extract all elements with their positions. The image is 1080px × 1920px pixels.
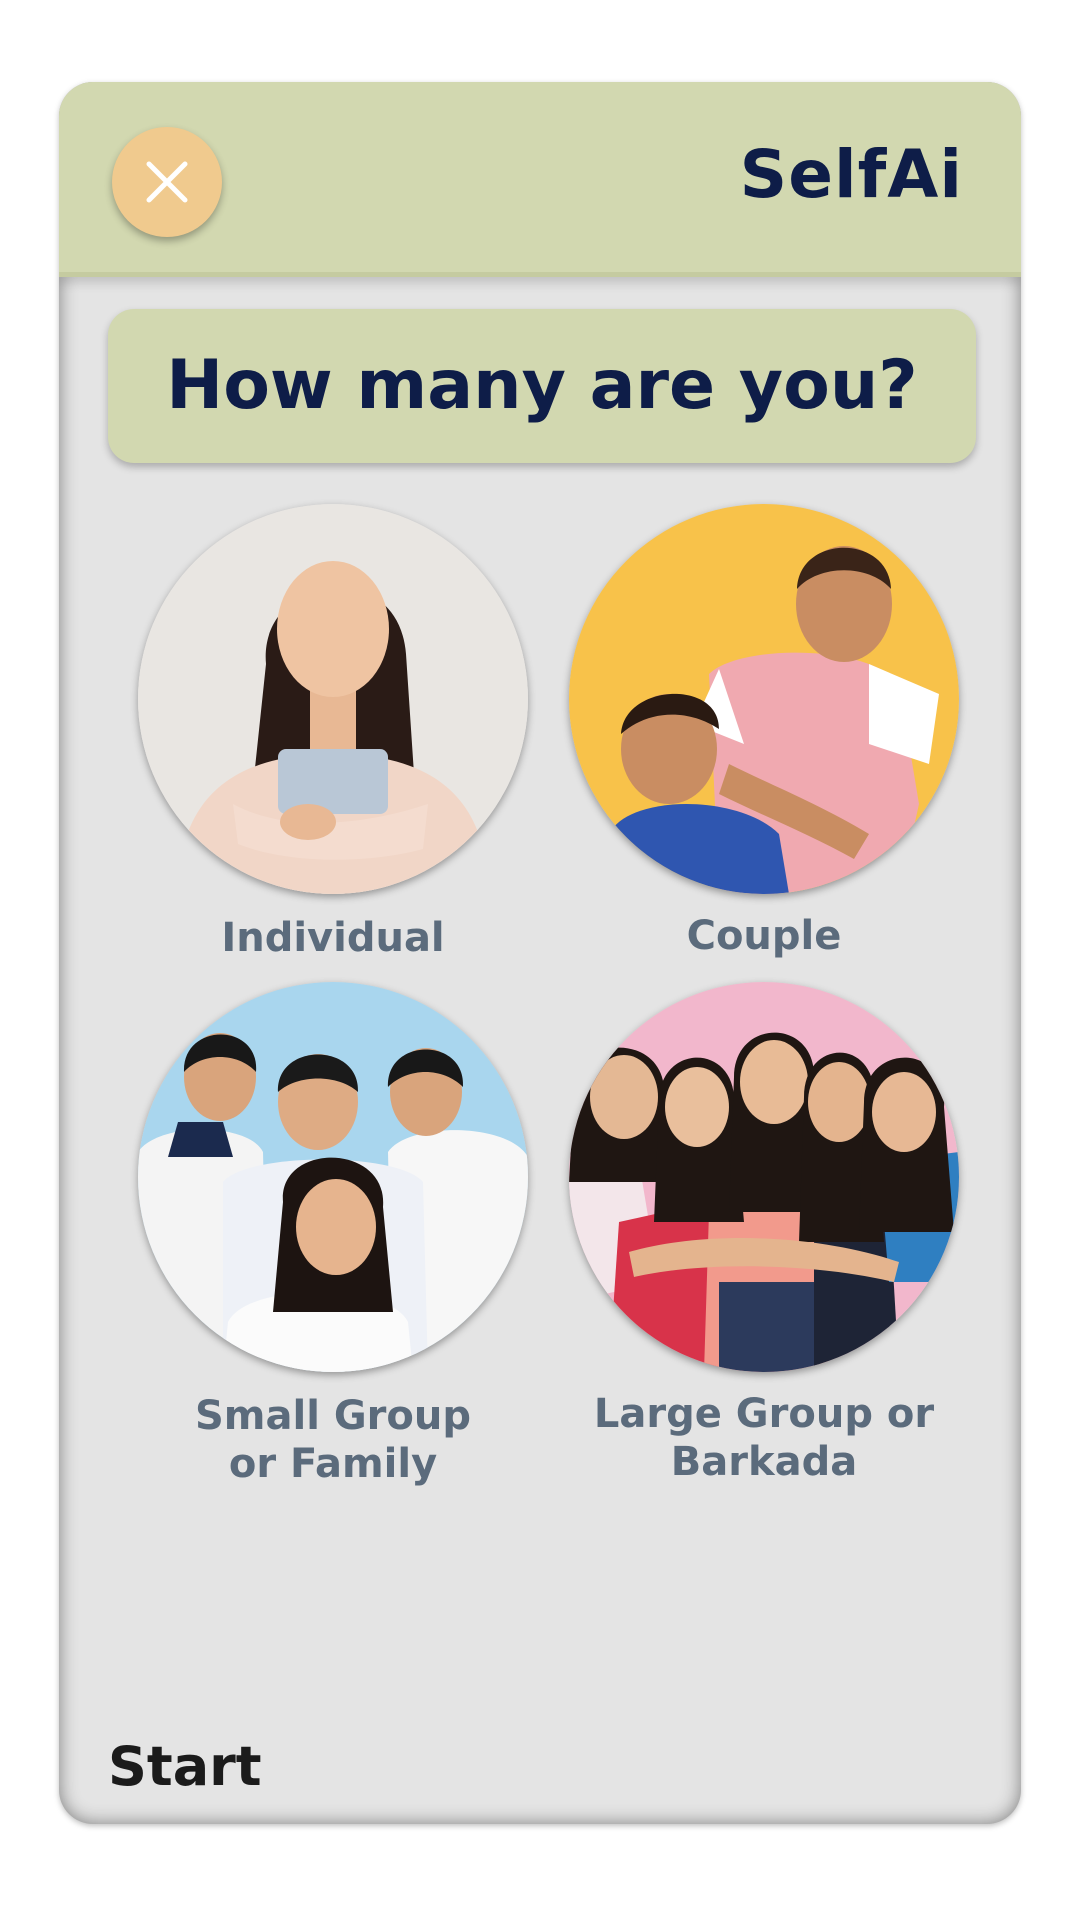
header-bar: SelfAi <box>59 82 1021 277</box>
option-individual[interactable]: Individual <box>133 504 533 984</box>
option-large-group[interactable]: Large Group or Barkada <box>564 982 964 1502</box>
small-group-photo[interactable] <box>138 982 528 1372</box>
option-couple[interactable]: Couple <box>564 504 964 984</box>
app-title: SelfAi <box>739 136 963 213</box>
option-label-individual: Individual <box>103 914 563 962</box>
question-banner: How many are you? <box>108 309 976 463</box>
close-button[interactable] <box>112 127 222 237</box>
option-label-couple: Couple <box>534 912 994 960</box>
option-label-large-group: Large Group or Barkada <box>534 1390 994 1486</box>
option-label-text: Couple <box>686 913 842 959</box>
option-label-line1: Large Group or <box>593 1391 935 1437</box>
question-text: How many are you? <box>166 346 918 425</box>
individual-photo[interactable] <box>138 504 528 894</box>
option-label-line2: or Family <box>228 1441 438 1487</box>
couple-photo[interactable] <box>569 504 959 894</box>
selection-card: SelfAi How many are you? Individual Coup… <box>59 82 1021 1824</box>
close-icon <box>146 161 188 203</box>
option-label-text: Individual <box>221 915 445 961</box>
large-group-photo[interactable] <box>569 982 959 1372</box>
option-label-small-group: Small Group or Family <box>103 1392 563 1488</box>
option-label-line2: Barkada <box>670 1439 858 1485</box>
start-label[interactable]: Start <box>108 1735 262 1798</box>
option-small-group[interactable]: Small Group or Family <box>133 982 533 1502</box>
option-label-line1: Small Group <box>195 1393 471 1439</box>
